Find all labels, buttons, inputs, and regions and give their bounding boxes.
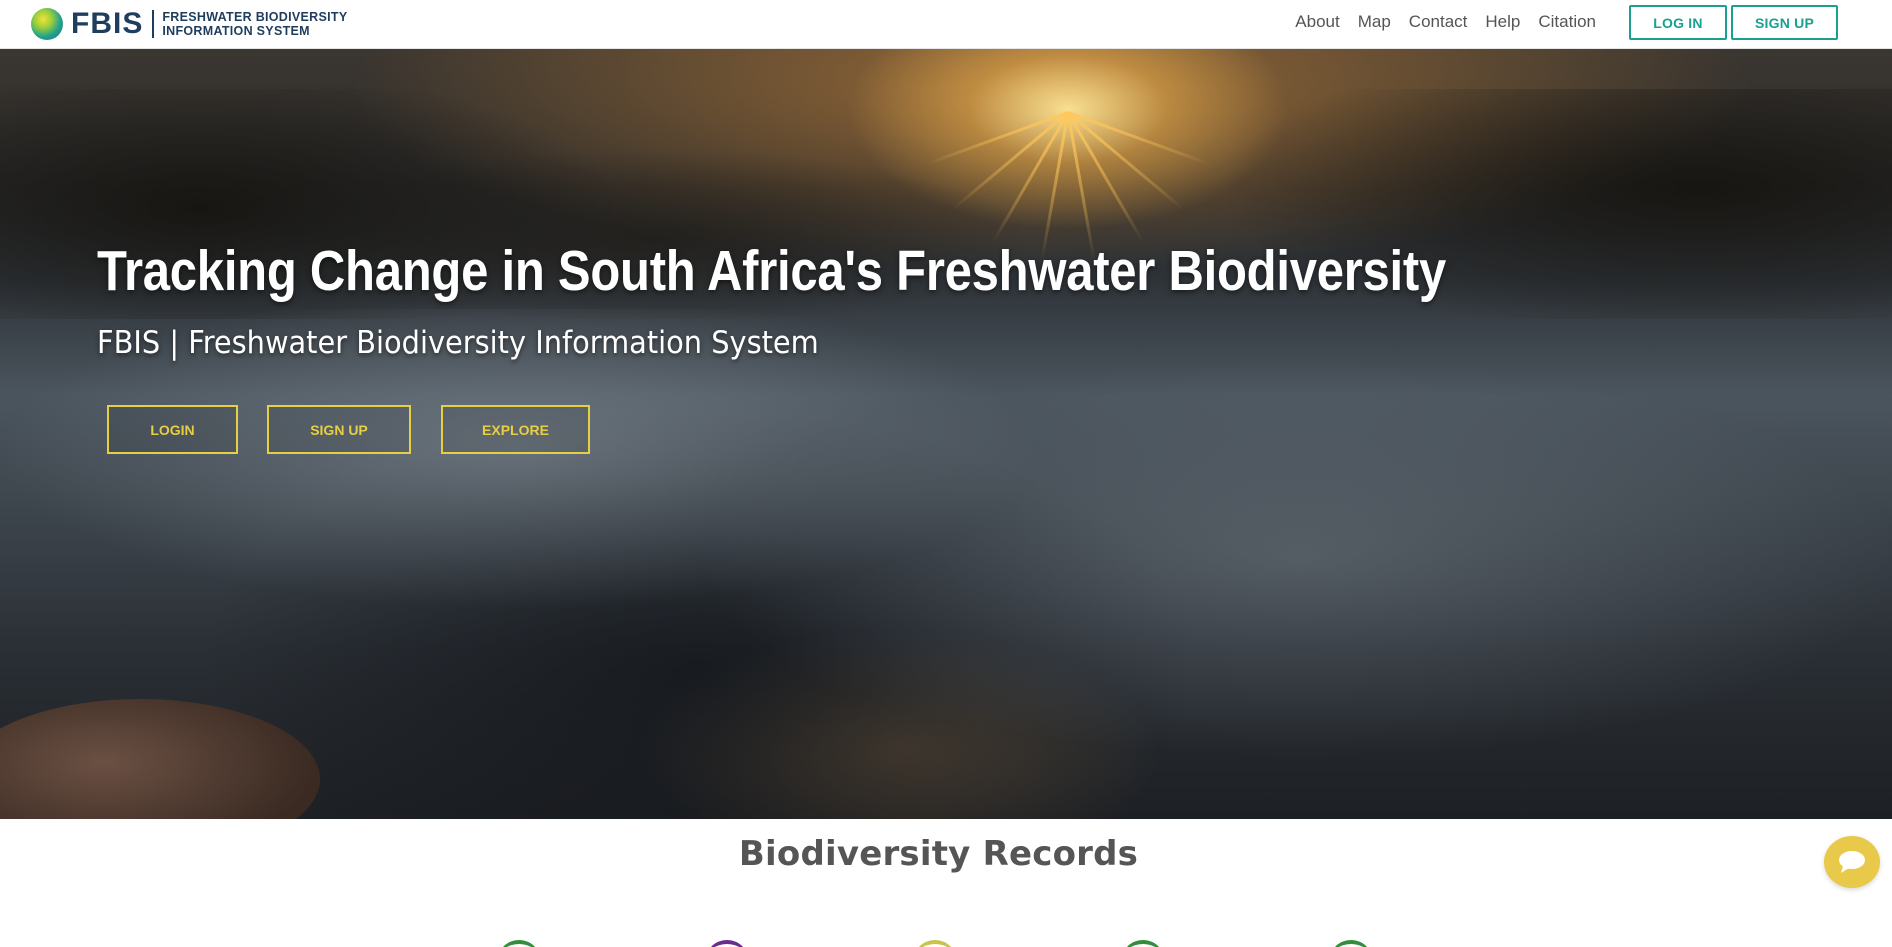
nav-link-contact[interactable]: Contact bbox=[1400, 12, 1477, 32]
nav-link-help[interactable]: Help bbox=[1476, 12, 1529, 32]
biodiversity-records-heading: Biodiversity Records bbox=[738, 834, 1139, 874]
chat-button[interactable] bbox=[1824, 836, 1880, 888]
nav-link-citation[interactable]: Citation bbox=[1529, 12, 1605, 32]
chat-bubble-icon bbox=[1839, 851, 1865, 873]
hero-login-button[interactable]: LOGIN bbox=[107, 405, 238, 454]
brand-separator bbox=[152, 10, 155, 38]
brand-full-name-line2: INFORMATION SYSTEM bbox=[162, 24, 310, 38]
brand-acronym: FBIS bbox=[71, 7, 144, 40]
hero-explore-button[interactable]: EXPLORE bbox=[441, 405, 590, 454]
brand-full-name-line1: FRESHWATER BIODIVERSITY bbox=[162, 10, 348, 24]
records-tile-icon[interactable] bbox=[913, 940, 957, 947]
records-tile-icon[interactable] bbox=[705, 940, 749, 947]
nav-signup-button[interactable]: SIGN UP bbox=[1731, 5, 1838, 40]
hero-title: Tracking Change in South Africa's Freshw… bbox=[97, 239, 1446, 303]
records-tile-icon[interactable] bbox=[497, 940, 541, 947]
nav-links: About Map Contact Help Citation bbox=[1286, 0, 1605, 44]
nav-login-button[interactable]: LOG IN bbox=[1629, 5, 1727, 40]
nav-link-map[interactable]: Map bbox=[1349, 12, 1400, 32]
records-tile-icon[interactable] bbox=[1121, 940, 1165, 947]
brand-logo[interactable]: FBIS FRESHWATER BIODIVERSITY INFORMATION… bbox=[31, 7, 348, 41]
records-tile-icon[interactable] bbox=[1329, 940, 1373, 947]
hero-signup-button[interactable]: SIGN UP bbox=[267, 405, 411, 454]
records-tiles bbox=[0, 940, 1892, 947]
hero-subtitle: FBIS | Freshwater Biodiversity Informati… bbox=[97, 325, 819, 361]
globe-logo-icon bbox=[31, 8, 63, 40]
nav-link-about[interactable]: About bbox=[1286, 12, 1348, 32]
brand-full-name: FRESHWATER BIODIVERSITY INFORMATION SYST… bbox=[162, 10, 347, 38]
top-navbar: FBIS FRESHWATER BIODIVERSITY INFORMATION… bbox=[0, 0, 1892, 49]
